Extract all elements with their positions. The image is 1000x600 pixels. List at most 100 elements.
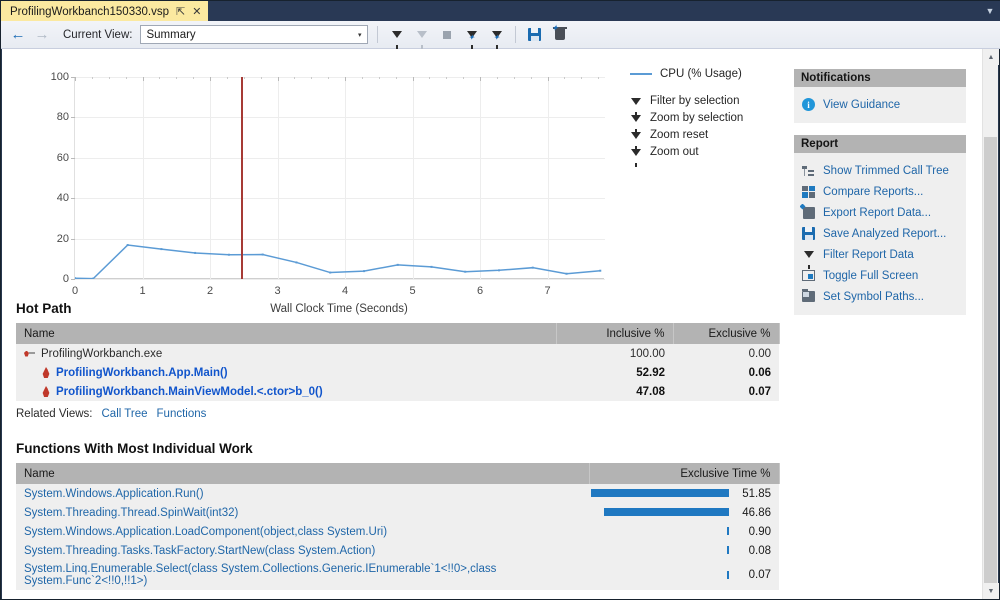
exclusive-time-bar-track [589,503,729,522]
report-content: 0 20 40 60 80 100 0 1 2 3 4 5 6 7 Wall Clock Time (Se… [2,49,984,599]
exe-icon [24,349,35,359]
document-tab-strip: ProfilingWorkbanch150330.vsp ⇱ ✕ ▼ [1,1,1000,21]
view-guidance-item[interactable]: i View Guidance [801,94,959,115]
symbol-paths-icon [801,289,816,304]
report-item-save-analyzed-report[interactable]: Save Analyzed Report... [801,223,959,244]
functions-name-cell: System.Windows.Application.Run() [16,484,589,503]
legend-entry-cpu: CPU (% Usage) [630,65,800,83]
save-icon [528,28,542,41]
table-row[interactable]: ProfilingWorkbanch.MainViewModel.<.ctor>… [16,382,779,401]
current-view-label: Current View: [63,28,133,41]
zoom-reset-icon: ✦ [491,31,502,49]
exclusive-time-bar [727,570,729,579]
notifications-body: i View Guidance [794,87,966,123]
hot-path-column-header[interactable]: Exclusive % [673,323,780,344]
compare-reports-icon [801,184,816,199]
function-name-link[interactable]: System.Linq.Enumerable.Select(class Syst… [24,563,496,587]
report-body: Show Trimmed Call Tree Compare Reports...… [794,153,966,315]
close-icon[interactable]: ✕ [192,6,201,18]
zoom-reset-button[interactable]: ✦ [487,25,506,49]
save-icon [801,226,816,241]
scrollbar-thumb[interactable] [984,137,997,599]
profiler-window: ProfilingWorkbanch150330.vsp ⇱ ✕ ▼ ← → C… [0,0,1000,600]
hot-path-function-name[interactable]: ProfilingWorkbanch.App.Main() [56,367,228,379]
report-item-show-trimmed-call-tree[interactable]: Show Trimmed Call Tree [801,160,959,181]
report-item-export-report-data[interactable]: Export Report Data... [801,202,959,223]
hot-path-function-name[interactable]: ProfilingWorkbanch.MainViewModel.<.ctor>… [56,386,323,398]
chart-x-tick-label: 7 [544,285,551,297]
report-panel: Report Show Trimmed Call Tree Compare Rep… [794,135,966,315]
chart-series-layer [75,244,602,279]
table-row[interactable]: ProfilingWorkbanch.App.Main() 52.92 0.06 [16,363,779,382]
chart-y-tickmark [71,279,75,280]
chart-data-point [498,269,500,272]
report-item-compare-reports[interactable]: Compare Reports... [801,181,959,202]
function-name-link[interactable]: System.Windows.Application.Run() [24,488,204,500]
hot-path-inclusive-value: 47.08 [556,382,673,401]
exclusive-time-bar [591,489,729,497]
report-item-label: Show Trimmed Call Tree [823,164,949,177]
current-view-select[interactable]: Summary ▾ [140,25,369,44]
chart-data-point [295,261,298,264]
vertical-scrollbar[interactable]: ▲ ▼ [982,49,999,599]
function-name-link[interactable]: System.Threading.Tasks.TaskFactory.Start… [24,545,375,557]
delete-button[interactable]: ✦ [550,23,569,44]
legend-swatch [630,73,652,75]
chart-marker-line[interactable] [241,77,243,279]
toolbar: ← → Current View: Summary ▾ ✦ ✦ ✦ [1,21,1000,49]
chevron-down-icon[interactable]: ▼ [979,1,1000,21]
hot-path-function-name: ProfilingWorkbanch.exe [41,347,163,360]
filter-button[interactable] [387,25,406,49]
table-row[interactable]: System.Threading.Tasks.TaskFactory.Start… [16,541,779,560]
back-button[interactable]: ← [9,27,27,42]
scroll-up-button[interactable]: ▲ [983,49,999,65]
zoom-by-selection-button[interactable]: ✦ [462,25,481,49]
zoom-reset-action[interactable]: Zoom reset [630,127,800,150]
hot-path-header-row: Name Inclusive % Exclusive % [16,323,780,344]
export-icon [801,205,816,220]
hot-path-body: ProfilingWorkbanch.exe 100.00 0.00 Profilin… [16,344,779,401]
save-button[interactable] [525,25,544,44]
table-row[interactable]: System.Linq.Enumerable.Select(class Syst… [16,560,779,590]
toolbar-separator [377,26,379,43]
chart-x-tick-label: 6 [477,285,484,297]
filter-by-selection-action[interactable]: Filter by selection [630,93,800,116]
report-item-filter-report-data[interactable]: Filter Report Data [801,244,959,269]
chart-y-tick-label: 60 [56,151,69,164]
functions-column-header[interactable]: Exclusive Time % [589,463,780,484]
document-tab-title: ProfilingWorkbanch150330.vsp [10,6,169,18]
zoom-by-selection-icon [630,114,642,133]
filter-by-selection-icon [630,97,642,116]
side-panels: Notifications i View Guidance Report Sho… [794,69,966,327]
function-name-link[interactable]: System.Windows.Application.LoadComponent… [24,526,387,538]
table-row[interactable]: System.Threading.Thread.SpinWait(int32) 4… [16,503,779,522]
functions-section: Functions With Most Individual Work Name… [16,441,780,590]
table-row[interactable]: System.Windows.Application.LoadComponent… [16,522,779,541]
hot-path-column-header[interactable]: Name [16,323,557,344]
table-row[interactable]: System.Windows.Application.Run() 51.85 [16,484,779,503]
zoom-by-selection-action[interactable]: Zoom by selection [630,110,800,133]
zoom-by-selection-icon: ✦ [466,31,477,49]
report-item-set-symbol-paths[interactable]: Set Symbol Paths... [801,286,959,307]
report-item-toggle-full-screen[interactable]: Toggle Full Screen [801,265,959,286]
function-name-link[interactable]: System.Threading.Thread.SpinWait(int32) [24,507,238,519]
table-row[interactable]: ProfilingWorkbanch.exe 100.00 0.00 [16,344,779,363]
related-view-call-tree[interactable]: Call Tree [102,408,148,420]
document-tab[interactable]: ProfilingWorkbanch150330.vsp ⇱ ✕ [1,1,209,21]
legend-label: CPU (% Usage) [660,68,742,80]
hot-path-column-header[interactable]: Inclusive % [556,323,674,344]
related-view-functions[interactable]: Functions [157,408,207,420]
chart-data-point [531,266,534,269]
hot-path-section: Hot Path Name Inclusive % Exclusive % Prof… [16,301,780,420]
zoom-out-action[interactable]: Zoom out [630,144,800,167]
pin-icon[interactable]: ⇱ [176,6,185,18]
call-tree-icon [801,163,816,178]
functions-column-header[interactable]: Name [16,463,590,484]
scroll-down-button[interactable]: ▼ [983,583,999,599]
chart-data-point [396,263,399,266]
functions-value-cell: 0.08 [589,541,779,560]
chart-data-point [160,248,163,251]
chart-plot-area[interactable]: 0 20 40 60 80 100 0 1 2 3 4 5 6 7 [51,71,605,297]
chart-actions: Filter by selection Zoom by selection Zoom… [630,93,800,167]
exclusive-time-bar-track [589,522,729,541]
